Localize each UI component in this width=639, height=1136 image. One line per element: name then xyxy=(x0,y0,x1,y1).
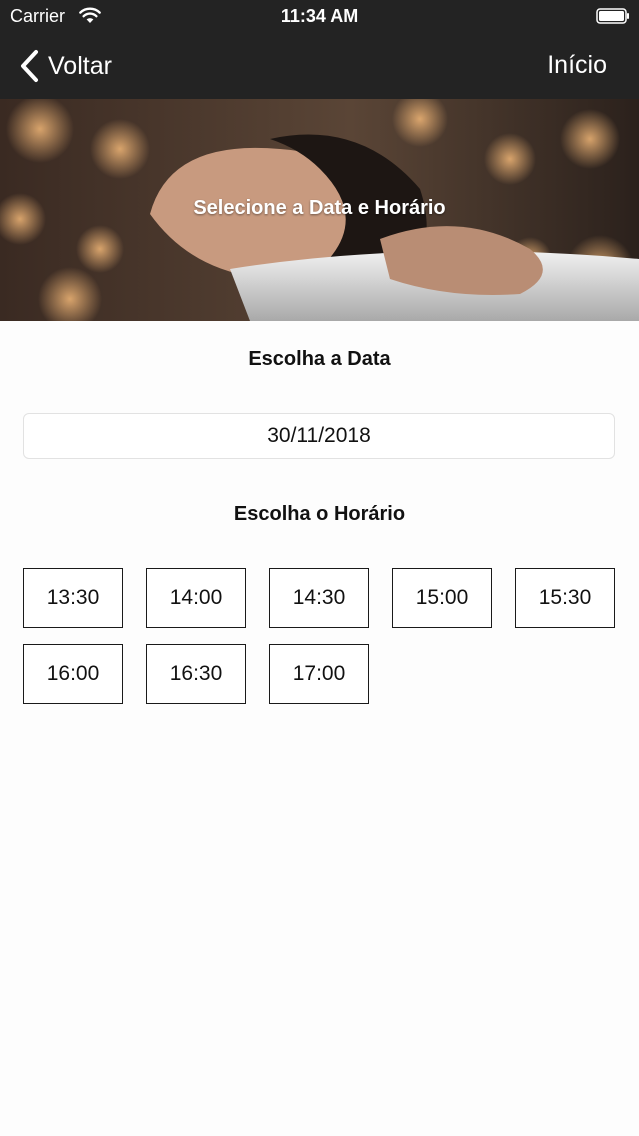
back-button-label: Voltar xyxy=(48,51,112,80)
time-slot-button[interactable]: 15:30 xyxy=(515,568,615,628)
time-slot-button[interactable]: 14:30 xyxy=(269,568,369,628)
time-slot-button[interactable]: 16:00 xyxy=(23,644,123,704)
top-bar: Carrier 11:34 AM Voltar Início xyxy=(0,0,639,99)
navigation-bar: Voltar Início xyxy=(0,34,639,99)
time-slot-button[interactable]: 16:30 xyxy=(146,644,246,704)
date-section-title: Escolha a Data xyxy=(248,348,391,370)
status-bar: Carrier 11:34 AM xyxy=(0,0,639,34)
time-slot-button[interactable]: 13:30 xyxy=(23,568,123,628)
time-slot-button[interactable]: 14:00 xyxy=(146,568,246,628)
home-button[interactable]: Início xyxy=(547,51,607,80)
chevron-left-icon xyxy=(21,50,38,82)
hero-title: Selecione a Data e Horário xyxy=(193,197,446,219)
battery-icon xyxy=(596,8,629,24)
hero-banner: Selecione a Data e Horário xyxy=(0,99,639,321)
time-section-title: Escolha o Horário xyxy=(233,503,406,525)
time-slot-button[interactable]: 17:00 xyxy=(269,644,369,704)
back-button[interactable]: Voltar xyxy=(18,48,112,84)
time-slot-button[interactable]: 15:00 xyxy=(392,568,492,628)
date-field[interactable]: 30/11/2018 xyxy=(23,413,615,459)
status-time: 11:34 AM xyxy=(280,6,359,26)
